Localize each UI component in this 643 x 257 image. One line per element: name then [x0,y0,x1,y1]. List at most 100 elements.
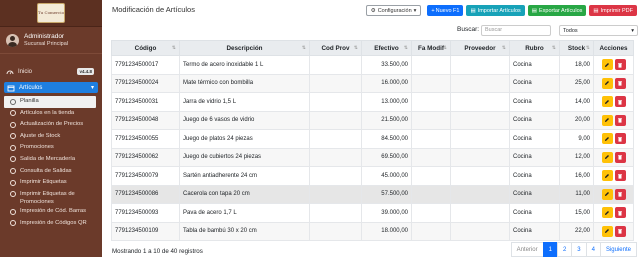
column-header-proveedor[interactable]: Proveedor ⇅ [450,40,510,56]
column-header-codigo[interactable]: Código ⇅ [111,40,180,56]
sidebar-item-inicio[interactable]: Inicio v4.4.8 [0,66,102,78]
column-header-acciones: Acciones [593,40,634,56]
edit-button[interactable] [601,151,613,163]
edit-button[interactable] [601,114,613,126]
submenu-item-salida-mercaderia[interactable]: Salida de Mercadería [4,154,102,166]
delete-button[interactable] [614,188,626,200]
trash-icon [618,99,622,105]
submenu-item-actualizacion-precios[interactable]: Actualización de Precios [4,119,102,131]
new-button[interactable]: + Nuevo F1 [427,5,464,16]
table-info: Mostrando 1 a 10 de 40 registros [112,248,203,255]
submenu-item-ajuste-stock[interactable]: Ajuste de Stock [4,131,102,143]
delete-button[interactable] [614,96,626,108]
delete-button[interactable] [614,207,626,219]
user-name[interactable]: Administrador [24,33,68,40]
edit-button[interactable] [601,77,613,89]
caret-down-icon: ▾ [413,7,417,14]
delete-button[interactable] [614,114,626,126]
sort-icon: ⇅ [551,45,556,51]
cell-codigo: 7791234500062 [111,147,180,167]
pagination-page-3[interactable]: 3 [571,242,587,257]
edit-button[interactable] [601,59,613,71]
pencil-icon [605,155,609,160]
table-row[interactable]: 7791234500024 Mate térmico con bombilla 16… [111,73,634,93]
trash-icon [618,136,622,142]
pagination-next[interactable]: Siguiente [599,242,637,257]
delete-button[interactable] [614,133,626,145]
edit-button[interactable] [601,170,613,182]
delete-button[interactable] [614,170,626,182]
edit-button[interactable] [601,96,613,108]
column-header-stock[interactable]: Stock ⇅ [559,40,594,56]
chevron-down-icon: ▾ [631,27,634,34]
config-label: Configuración [377,7,412,14]
submenu-item-codigos-qr[interactable]: Impresión de Códigos QR [4,218,102,230]
pagination-page-1[interactable]: 1 [542,242,558,257]
column-header-efectivo[interactable]: Efectivo ⇅ [361,40,412,56]
search-input[interactable]: Buscar [481,25,551,36]
export-button[interactable]: ▤ Exportar Artículos [527,5,587,16]
table-row[interactable]: 7791234500048 Juego de 6 vasos de vidrio 2… [111,110,634,130]
cell-fa-modif [411,184,451,204]
column-header-rubro[interactable]: Rubro ⇅ [509,40,560,56]
cell-stock: 20,00 [559,110,594,130]
pagination-prev[interactable]: Anterior [510,242,544,257]
submenu-item-promociones[interactable]: Promociones [4,142,102,154]
submenu-item-cod-barras[interactable]: Impresión de Cód. Barras [4,206,102,218]
cell-efectivo: 45.000,00 [361,166,412,186]
table-row[interactable]: 7791234500086 Cacerola con tapa 20 cm 57.5… [111,184,634,204]
table-row[interactable]: 7791234500093 Pava de acero 1,7 L 39.000,0… [111,203,634,223]
edit-button[interactable] [601,207,613,219]
edit-button[interactable] [601,225,613,237]
cell-descripcion: Cacerola con tapa 20 cm [179,184,310,204]
cell-acciones [593,110,634,130]
pagination-page-4[interactable]: 4 [585,242,601,257]
trash-icon [618,81,622,86]
cell-cod-prov [309,129,362,149]
cell-fa-modif [411,221,451,241]
avatar[interactable] [6,33,19,47]
table-row[interactable]: 7791234500079 Sartén antiadherente 24 cm 4… [111,166,634,186]
brand-logo[interactable]: Tu Comercio [37,3,65,23]
search-label: Buscar: [457,26,480,33]
delete-button[interactable] [614,77,626,89]
pencil-icon [605,210,609,215]
submenu-item-planilla[interactable]: Planilla [4,96,96,108]
table-row[interactable]: 7791234500055 Juego de platos 24 piezas 84… [111,129,634,149]
column-header-descripcion[interactable]: Descripción ⇅ [179,40,310,56]
table-row[interactable]: 7791234500017 Termo de acero inoxidable 1… [111,55,634,75]
table-row[interactable]: 7791234500109 Tabla de bambú 30 x 20 cm 18… [111,221,634,241]
delete-button[interactable] [614,225,626,237]
edit-button[interactable] [601,188,613,200]
delete-button[interactable] [614,59,626,71]
column-header-cod-prov[interactable]: Cod Prov ⇅ [309,40,362,56]
submenu-item-etiquetas-promociones[interactable]: Imprimir Etiquetas de Promociones [4,189,102,207]
submenu-label: Ajuste de Stock [20,132,61,139]
delete-button[interactable] [614,151,626,163]
cell-cod-prov [309,110,362,130]
cell-acciones [593,221,634,241]
cell-acciones [593,166,634,186]
export-label: Exportar Artículos [538,7,583,14]
cell-fa-modif [411,203,451,223]
sort-icon: ⇅ [353,45,358,51]
submenu-item-imprimir-etiquetas[interactable]: Imprimir Etiquetas [4,177,102,189]
sidebar-item-articulos[interactable]: Artículos ▾ [4,82,98,93]
sidebar-nav: Inicio v4.4.8 Artículos ▾ Planilla Artíc… [0,54,102,230]
submenu-item-articulos-tienda[interactable]: Artículos en la tienda [4,108,102,120]
submenu-item-consulta-salidas[interactable]: Consulta de Salidas [4,166,102,178]
cell-stock: 18,00 [559,55,594,75]
cell-descripcion: Jarra de vidrio 1,5 L [179,92,310,112]
table-row[interactable]: 7791234500031 Jarra de vidrio 1,5 L 13.000… [111,92,634,112]
column-header-fa-modif[interactable]: Fa Modif ⇅ [411,40,451,56]
import-button[interactable]: ▤ Importar Artículos [466,5,525,16]
print-pdf-button[interactable]: ▤ Imprimir PDF [589,5,637,16]
filter-select[interactable]: Todos ▾ [559,25,638,36]
pagination-page-2[interactable]: 2 [556,242,573,257]
cell-fa-modif [411,73,451,93]
config-button[interactable]: ⚙ Configuración ▾ [365,5,422,16]
edit-button[interactable] [601,133,613,145]
circle-icon [10,168,16,175]
table-row[interactable]: 7791234500062 Juego de cubiertos 24 pieza… [111,147,634,167]
cell-rubro: Cocina [509,73,560,93]
